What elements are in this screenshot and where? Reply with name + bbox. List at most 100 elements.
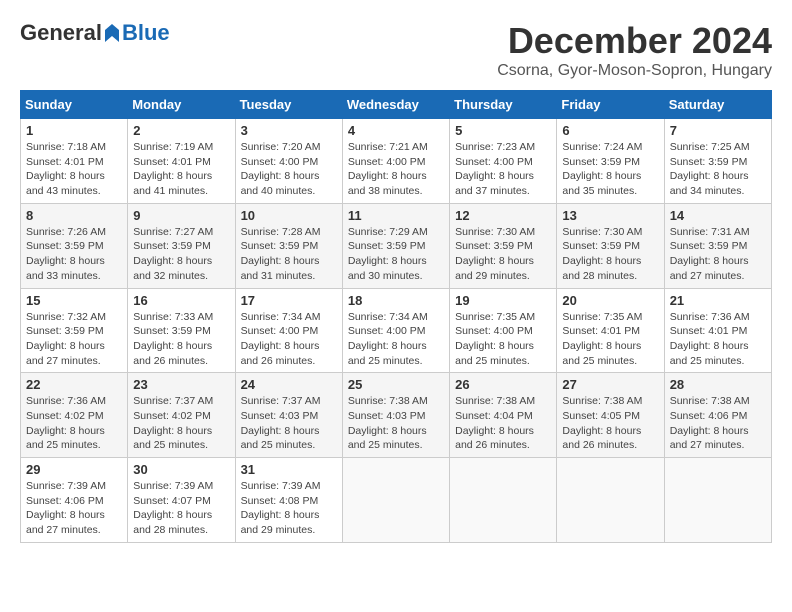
day-number: 20 (562, 293, 658, 308)
col-tuesday: Tuesday (235, 91, 342, 119)
logo-general-text: General (20, 20, 102, 46)
day-info: Sunrise: 7:18 AMSunset: 4:01 PMDaylight:… (26, 141, 106, 197)
table-row: 30 Sunrise: 7:39 AMSunset: 4:07 PMDaylig… (128, 458, 235, 543)
day-info: Sunrise: 7:38 AMSunset: 4:04 PMDaylight:… (455, 395, 535, 451)
calendar-row-4: 22 Sunrise: 7:36 AMSunset: 4:02 PMDaylig… (21, 373, 772, 458)
day-info: Sunrise: 7:24 AMSunset: 3:59 PMDaylight:… (562, 141, 642, 197)
table-row: 9 Sunrise: 7:27 AMSunset: 3:59 PMDayligh… (128, 203, 235, 288)
day-number: 11 (348, 208, 444, 223)
title-section: December 2024 Csorna, Gyor-Moson-Sopron,… (497, 20, 772, 80)
table-row: 4 Sunrise: 7:21 AMSunset: 4:00 PMDayligh… (342, 119, 449, 204)
table-row: 19 Sunrise: 7:35 AMSunset: 4:00 PMDaylig… (450, 288, 557, 373)
logo-blue-text: Blue (122, 20, 170, 46)
table-row: 6 Sunrise: 7:24 AMSunset: 3:59 PMDayligh… (557, 119, 664, 204)
day-number: 14 (670, 208, 766, 223)
day-number: 26 (455, 377, 551, 392)
day-info: Sunrise: 7:36 AMSunset: 4:02 PMDaylight:… (26, 395, 106, 451)
day-info: Sunrise: 7:39 AMSunset: 4:06 PMDaylight:… (26, 480, 106, 536)
day-number: 30 (133, 462, 229, 477)
day-number: 17 (241, 293, 337, 308)
day-number: 10 (241, 208, 337, 223)
col-monday: Monday (128, 91, 235, 119)
table-row: 2 Sunrise: 7:19 AMSunset: 4:01 PMDayligh… (128, 119, 235, 204)
table-row: 15 Sunrise: 7:32 AMSunset: 3:59 PMDaylig… (21, 288, 128, 373)
day-info: Sunrise: 7:25 AMSunset: 3:59 PMDaylight:… (670, 141, 750, 197)
table-row: 8 Sunrise: 7:26 AMSunset: 3:59 PMDayligh… (21, 203, 128, 288)
table-row: 29 Sunrise: 7:39 AMSunset: 4:06 PMDaylig… (21, 458, 128, 543)
day-info: Sunrise: 7:35 AMSunset: 4:01 PMDaylight:… (562, 311, 642, 367)
day-number: 19 (455, 293, 551, 308)
day-info: Sunrise: 7:27 AMSunset: 3:59 PMDaylight:… (133, 226, 213, 282)
calendar-row-1: 1 Sunrise: 7:18 AMSunset: 4:01 PMDayligh… (21, 119, 772, 204)
day-number: 16 (133, 293, 229, 308)
table-row: 18 Sunrise: 7:34 AMSunset: 4:00 PMDaylig… (342, 288, 449, 373)
day-number: 2 (133, 123, 229, 138)
day-number: 25 (348, 377, 444, 392)
day-number: 9 (133, 208, 229, 223)
day-number: 27 (562, 377, 658, 392)
col-sunday: Sunday (21, 91, 128, 119)
table-row: 24 Sunrise: 7:37 AMSunset: 4:03 PMDaylig… (235, 373, 342, 458)
location-text: Csorna, Gyor-Moson-Sopron, Hungary (497, 62, 772, 80)
table-row: 20 Sunrise: 7:35 AMSunset: 4:01 PMDaylig… (557, 288, 664, 373)
table-row (557, 458, 664, 543)
day-info: Sunrise: 7:28 AMSunset: 3:59 PMDaylight:… (241, 226, 321, 282)
day-info: Sunrise: 7:20 AMSunset: 4:00 PMDaylight:… (241, 141, 321, 197)
day-number: 3 (241, 123, 337, 138)
day-number: 23 (133, 377, 229, 392)
table-row: 21 Sunrise: 7:36 AMSunset: 4:01 PMDaylig… (664, 288, 771, 373)
day-info: Sunrise: 7:34 AMSunset: 4:00 PMDaylight:… (348, 311, 428, 367)
col-thursday: Thursday (450, 91, 557, 119)
table-row: 17 Sunrise: 7:34 AMSunset: 4:00 PMDaylig… (235, 288, 342, 373)
col-saturday: Saturday (664, 91, 771, 119)
day-info: Sunrise: 7:23 AMSunset: 4:00 PMDaylight:… (455, 141, 535, 197)
day-number: 4 (348, 123, 444, 138)
table-row (450, 458, 557, 543)
day-info: Sunrise: 7:30 AMSunset: 3:59 PMDaylight:… (562, 226, 642, 282)
day-info: Sunrise: 7:37 AMSunset: 4:03 PMDaylight:… (241, 395, 321, 451)
table-row: 12 Sunrise: 7:30 AMSunset: 3:59 PMDaylig… (450, 203, 557, 288)
table-row (342, 458, 449, 543)
logo-icon (103, 22, 121, 44)
table-row: 22 Sunrise: 7:36 AMSunset: 4:02 PMDaylig… (21, 373, 128, 458)
table-row: 7 Sunrise: 7:25 AMSunset: 3:59 PMDayligh… (664, 119, 771, 204)
calendar-header-row: Sunday Monday Tuesday Wednesday Thursday… (21, 91, 772, 119)
day-number: 29 (26, 462, 122, 477)
logo: General Blue (20, 20, 170, 46)
day-info: Sunrise: 7:30 AMSunset: 3:59 PMDaylight:… (455, 226, 535, 282)
table-row: 13 Sunrise: 7:30 AMSunset: 3:59 PMDaylig… (557, 203, 664, 288)
table-row: 14 Sunrise: 7:31 AMSunset: 3:59 PMDaylig… (664, 203, 771, 288)
day-number: 8 (26, 208, 122, 223)
day-info: Sunrise: 7:38 AMSunset: 4:06 PMDaylight:… (670, 395, 750, 451)
day-number: 24 (241, 377, 337, 392)
day-info: Sunrise: 7:39 AMSunset: 4:07 PMDaylight:… (133, 480, 213, 536)
day-number: 7 (670, 123, 766, 138)
calendar-row-5: 29 Sunrise: 7:39 AMSunset: 4:06 PMDaylig… (21, 458, 772, 543)
day-number: 31 (241, 462, 337, 477)
day-info: Sunrise: 7:35 AMSunset: 4:00 PMDaylight:… (455, 311, 535, 367)
day-info: Sunrise: 7:32 AMSunset: 3:59 PMDaylight:… (26, 311, 106, 367)
page-header: General Blue December 2024 Csorna, Gyor-M… (20, 20, 772, 80)
table-row: 11 Sunrise: 7:29 AMSunset: 3:59 PMDaylig… (342, 203, 449, 288)
day-info: Sunrise: 7:33 AMSunset: 3:59 PMDaylight:… (133, 311, 213, 367)
day-info: Sunrise: 7:36 AMSunset: 4:01 PMDaylight:… (670, 311, 750, 367)
calendar-table: Sunday Monday Tuesday Wednesday Thursday… (20, 90, 772, 543)
day-number: 5 (455, 123, 551, 138)
day-number: 6 (562, 123, 658, 138)
calendar-row-2: 8 Sunrise: 7:26 AMSunset: 3:59 PMDayligh… (21, 203, 772, 288)
table-row: 23 Sunrise: 7:37 AMSunset: 4:02 PMDaylig… (128, 373, 235, 458)
day-info: Sunrise: 7:19 AMSunset: 4:01 PMDaylight:… (133, 141, 213, 197)
day-info: Sunrise: 7:29 AMSunset: 3:59 PMDaylight:… (348, 226, 428, 282)
col-friday: Friday (557, 91, 664, 119)
day-info: Sunrise: 7:37 AMSunset: 4:02 PMDaylight:… (133, 395, 213, 451)
day-info: Sunrise: 7:38 AMSunset: 4:05 PMDaylight:… (562, 395, 642, 451)
day-info: Sunrise: 7:39 AMSunset: 4:08 PMDaylight:… (241, 480, 321, 536)
table-row: 25 Sunrise: 7:38 AMSunset: 4:03 PMDaylig… (342, 373, 449, 458)
table-row: 27 Sunrise: 7:38 AMSunset: 4:05 PMDaylig… (557, 373, 664, 458)
day-number: 1 (26, 123, 122, 138)
day-number: 13 (562, 208, 658, 223)
day-info: Sunrise: 7:34 AMSunset: 4:00 PMDaylight:… (241, 311, 321, 367)
day-info: Sunrise: 7:21 AMSunset: 4:00 PMDaylight:… (348, 141, 428, 197)
day-number: 15 (26, 293, 122, 308)
table-row: 1 Sunrise: 7:18 AMSunset: 4:01 PMDayligh… (21, 119, 128, 204)
